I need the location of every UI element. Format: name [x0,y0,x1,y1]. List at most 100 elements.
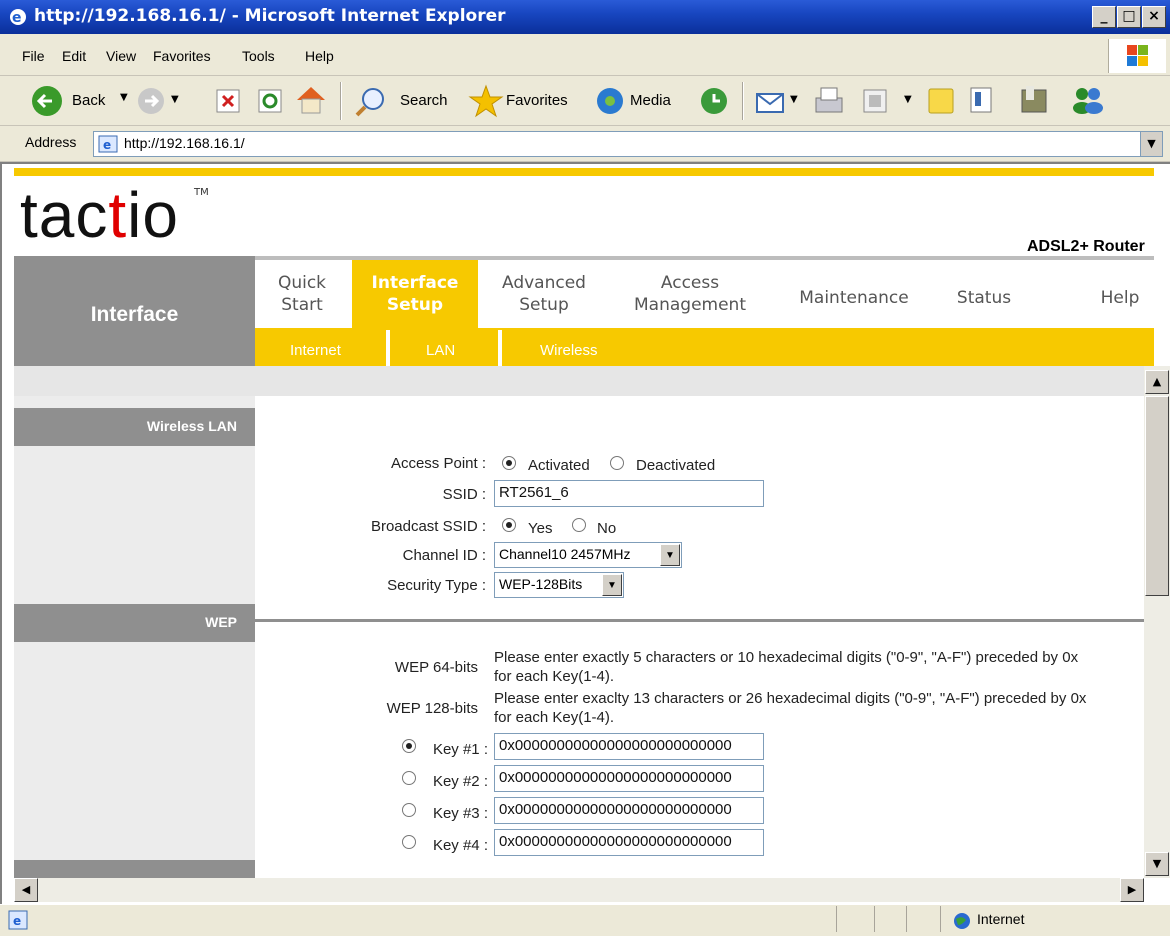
svg-text:e: e [103,138,111,152]
menu-help[interactable]: Help [305,48,334,64]
nav-label: Management [634,295,746,315]
chevron-down-icon[interactable]: ▼ [660,544,680,566]
menu-file[interactable]: File [22,48,45,64]
address-label: Address [25,134,77,150]
nav-status[interactable]: Status [944,287,1024,309]
broadcast-no-radio[interactable] [572,518,586,532]
section-wireless-lan: Wireless LAN [14,408,255,446]
nav-quick-start[interactable]: Quick Start [262,272,342,316]
vertical-scroll-thumb[interactable] [1145,396,1169,596]
address-bar: Address e http://192.168.16.1/ ▼ [0,126,1170,162]
maximize-button[interactable]: □ [1117,6,1141,28]
wep128-help: Please enter exaclty 13 characters or 26… [494,689,1144,727]
wep128-help-line: Please enter exaclty 13 characters or 26… [494,690,1087,707]
wep64-label: WEP 64-bits [394,659,478,676]
subnav-internet[interactable]: Internet [290,342,341,359]
svg-text:e: e [12,10,22,26]
broadcast-yes-radio[interactable] [502,518,516,532]
sidebar-title: Interface [90,303,179,326]
menu-view[interactable]: View [106,48,136,64]
content-top-band [14,366,1144,396]
print-icon[interactable] [810,84,846,118]
broadcast-yes-label: Yes [528,520,553,537]
subnav-wireless[interactable]: Wireless [540,342,598,359]
nav-label: Interface [371,273,459,293]
key1-input[interactable]: 0x00000000000000000000000000 [494,733,764,760]
forward-dropdown-icon[interactable]: ▼ [171,94,179,105]
horizontal-scrollbar[interactable] [14,878,1144,902]
nav-advanced-setup[interactable]: Advanced Setup [484,272,604,316]
nav-label: Access [660,273,720,293]
nav-maintenance[interactable]: Maintenance [784,287,924,309]
minimize-button[interactable]: _ [1092,6,1116,28]
status-pane [874,906,875,932]
back-icon[interactable] [30,84,64,118]
nav-help[interactable]: Help [1090,287,1150,309]
favorites-icon[interactable] [468,84,504,118]
status-pane [940,906,941,932]
wep64-help-line: Please enter exactly 5 characters or 10 … [494,649,1079,666]
nav-interface-setup[interactable]: Interface Setup [352,272,478,316]
key2-radio[interactable] [402,771,416,785]
history-icon[interactable] [698,86,730,116]
address-url: http://192.168.16.1/ [124,135,245,151]
research-icon[interactable] [966,84,998,116]
ssid-input[interactable]: RT2561_6 [494,480,764,507]
key4-radio[interactable] [402,835,416,849]
logo-part: tac [20,179,109,251]
home-icon[interactable] [294,84,328,116]
key1-radio[interactable] [402,739,416,753]
media-button[interactable]: Media [630,92,671,109]
edit-dropdown-icon[interactable]: ▼ [904,94,912,105]
mail-dropdown-icon[interactable]: ▼ [790,94,798,105]
access-point-activated-radio[interactable] [502,456,516,470]
forward-icon[interactable] [136,86,166,116]
messenger-archive-icon[interactable] [1018,84,1050,116]
subnav-separator [498,330,502,366]
edit-icon[interactable] [860,86,890,116]
scroll-right-button[interactable]: ▶ [1120,878,1144,902]
nav-access-management[interactable]: Access Management [620,272,760,316]
refresh-icon[interactable] [258,88,282,114]
key2-input[interactable]: 0x00000000000000000000000000 [494,765,764,792]
address-input[interactable]: e http://192.168.16.1/ ▼ [93,131,1163,157]
menu-favorites[interactable]: Favorites [153,48,211,64]
toolbar-separator [742,82,744,120]
internet-zone-icon [954,913,970,929]
menu-tools[interactable]: Tools [242,48,275,64]
scroll-down-button[interactable]: ▼ [1145,852,1169,876]
svg-text:e: e [13,914,21,928]
search-button[interactable]: Search [400,92,448,109]
close-button[interactable]: × [1142,6,1166,28]
key3-input[interactable]: 0x00000000000000000000000000 [494,797,764,824]
stop-icon[interactable] [216,88,240,114]
wep64-help-line: for each Key(1-4). [494,668,615,685]
product-name: ADSL2+ Router [1027,238,1145,255]
page-status-icon: e [8,910,28,930]
subnav-lan[interactable]: LAN [426,342,455,359]
key4-input[interactable]: 0x00000000000000000000000000 [494,829,764,856]
chevron-down-icon[interactable]: ▼ [602,574,622,596]
messenger-icon[interactable] [1070,84,1106,116]
ie-icon: e [10,9,26,26]
search-icon[interactable] [354,86,388,118]
security-type-select[interactable]: WEP-128Bits ▼ [494,572,624,598]
back-button[interactable]: Back [72,92,105,109]
discuss-icon[interactable] [926,86,956,116]
menu-edit[interactable]: Edit [62,48,86,64]
security-zone-label: Internet [977,911,1025,927]
key3-radio[interactable] [402,803,416,817]
channel-id-value: Channel10 2457MHz [499,546,631,562]
nav-label: Start [281,295,323,315]
address-dropdown-icon[interactable]: ▼ [1140,132,1162,156]
windows-logo-icon [1108,39,1166,73]
access-point-deactivated-radio[interactable] [610,456,624,470]
media-icon[interactable] [594,86,626,116]
key4-label: Key #4 : [432,837,488,854]
scroll-up-button[interactable]: ▲ [1145,370,1169,394]
favorites-button[interactable]: Favorites [506,92,568,109]
back-dropdown-icon[interactable]: ▼ [120,92,128,103]
mail-icon[interactable] [754,86,788,116]
channel-id-select[interactable]: Channel10 2457MHz ▼ [494,542,682,568]
scroll-left-button[interactable]: ◀ [14,878,38,902]
